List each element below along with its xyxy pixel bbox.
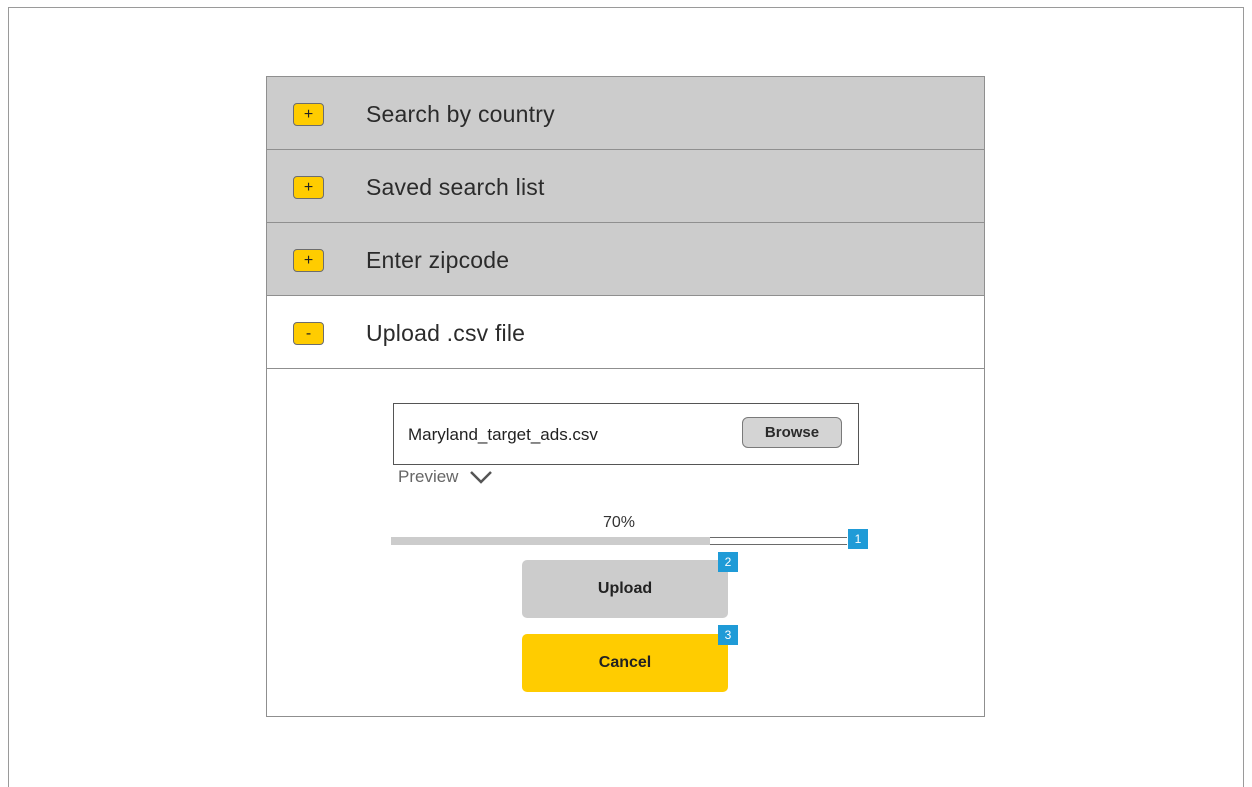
accordion-item-label: Enter zipcode [366, 247, 510, 273]
browse-button[interactable]: Browse [742, 417, 842, 448]
progress-fill [391, 537, 711, 545]
collapse-toggle-button[interactable]: - [293, 322, 324, 345]
annotation-marker: 2 [718, 552, 738, 572]
preview-toggle[interactable]: Preview [398, 467, 494, 487]
search-accordion: + Search by country + Saved search list … [266, 76, 985, 717]
accordion-item-label: Upload .csv file [366, 320, 526, 346]
accordion-item-upload-csv[interactable]: - Upload .csv file [267, 296, 984, 369]
accordion-item-enter-zipcode[interactable]: + Enter zipcode [267, 223, 984, 296]
file-picker[interactable]: Maryland_target_ads.csv Browse [393, 403, 859, 465]
selected-file-name: Maryland_target_ads.csv [408, 425, 598, 444]
accordion-item-label: Search by country [366, 101, 555, 127]
cancel-button[interactable]: Cancel [522, 634, 728, 692]
upload-progress-bar [391, 537, 847, 545]
chevron-down-icon [470, 471, 493, 484]
expand-toggle-button[interactable]: + [293, 249, 324, 272]
preview-label: Preview [398, 467, 459, 486]
accordion-item-search-by-country[interactable]: + Search by country [267, 77, 984, 150]
annotation-marker: 1 [848, 529, 868, 549]
expand-toggle-button[interactable]: + [293, 176, 324, 199]
accordion-item-saved-search-list[interactable]: + Saved search list [267, 150, 984, 223]
expand-toggle-button[interactable]: + [293, 103, 324, 126]
annotation-marker: 3 [718, 625, 738, 645]
upload-button[interactable]: Upload [522, 560, 728, 618]
upload-progress-percent: 70% [602, 514, 636, 531]
accordion-item-label: Saved search list [366, 174, 545, 200]
